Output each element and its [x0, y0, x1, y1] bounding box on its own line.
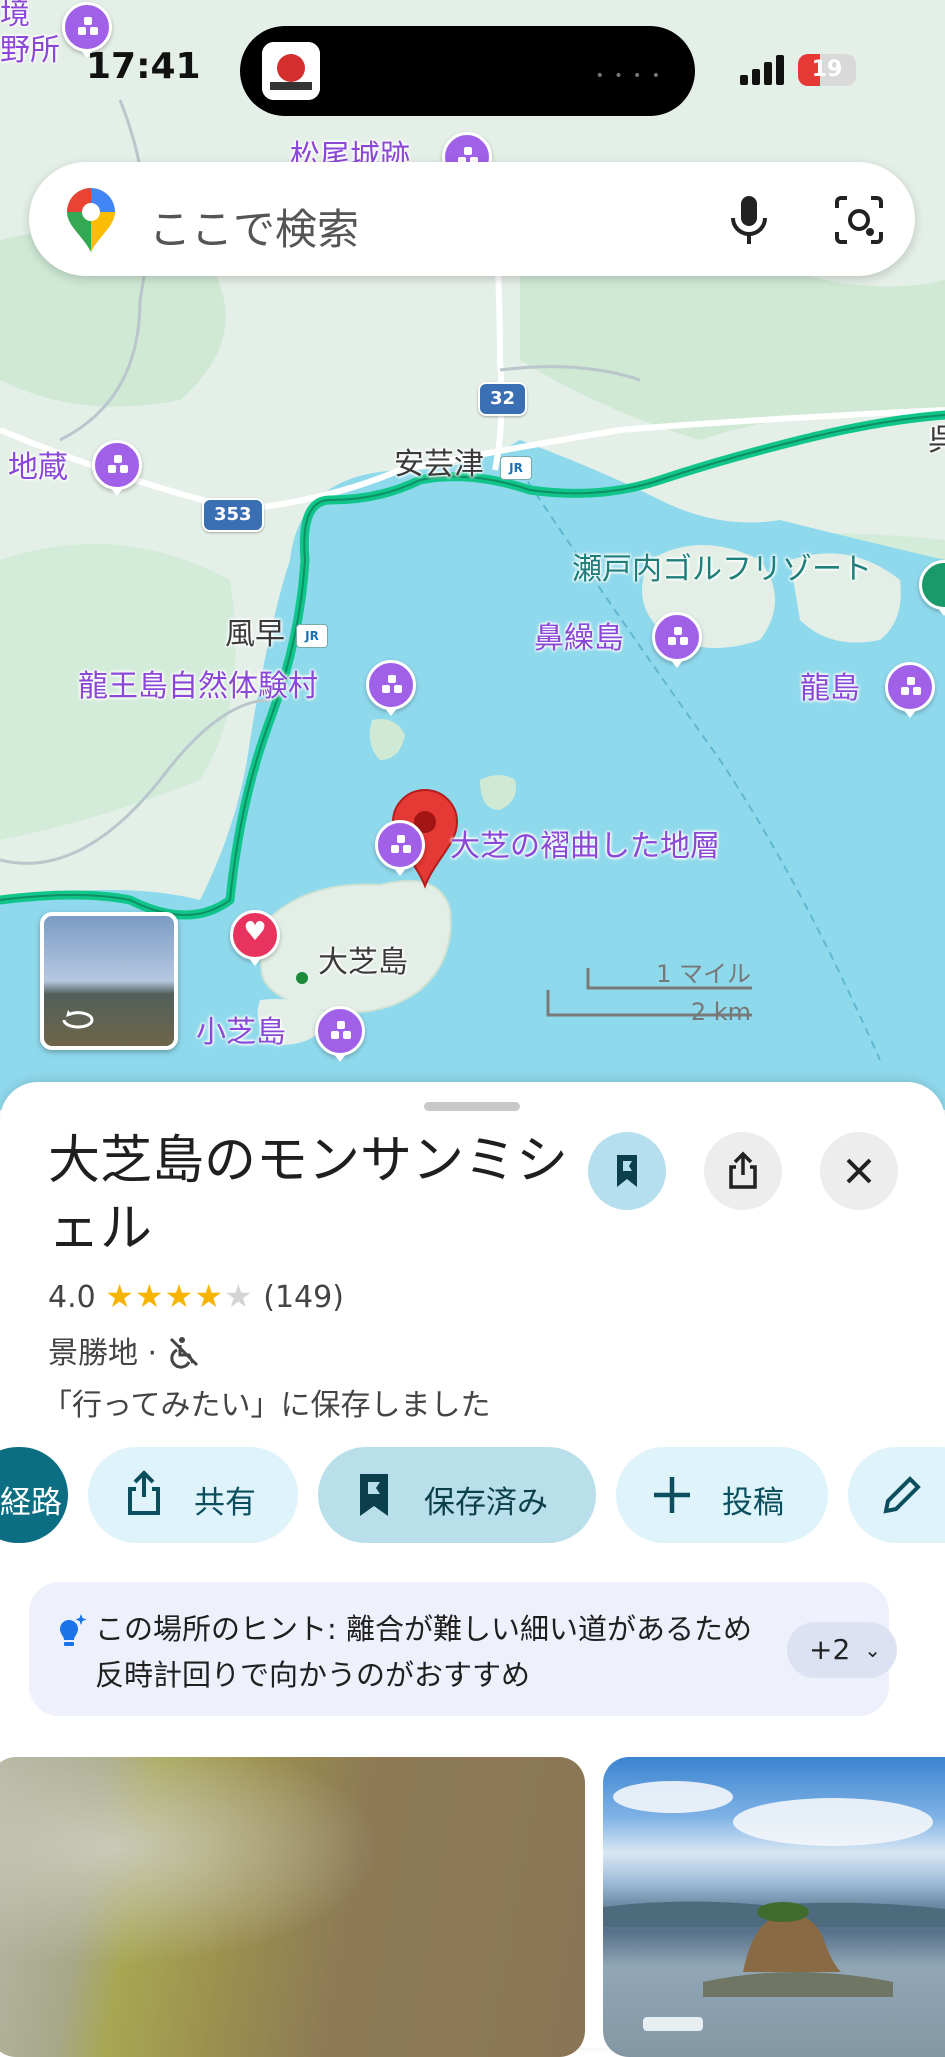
place-tip-card[interactable]: この場所のヒント: 離合が難しい細い道があるため反時計回りで向かうのがおすすめ … [29, 1582, 897, 1716]
plus-icon [654, 1477, 690, 1513]
map-label-fold: 大芝の褶曲した地層 [450, 829, 720, 864]
bookmark-filled-icon [360, 1474, 388, 1516]
poi-marker-hanakuri[interactable] [652, 612, 702, 668]
share-icon [729, 1151, 757, 1189]
post-label: 投稿 [722, 1485, 784, 1521]
map-label: 呉 [928, 423, 945, 458]
directions-label: 経路 [0, 1485, 62, 1521]
search-input[interactable]: ここで検索 [149, 196, 359, 257]
battery-level: 19 [811, 57, 843, 82]
rating-value: 4.0 [48, 1280, 96, 1315]
map-label-ryujima: 龍島 [800, 671, 860, 706]
heart-icon: ♥ [243, 917, 267, 947]
poi-marker-koshiba[interactable] [315, 1006, 365, 1062]
star-rating-icon: ★★★★ [105, 1277, 225, 1315]
saved-list-message[interactable]: 「行ってみたい」に保存しました [42, 1380, 491, 1424]
map-label-jizo: 地蔵 [8, 450, 68, 485]
category-row: 景勝地 · [48, 1328, 201, 1372]
share-button[interactable] [704, 1132, 782, 1210]
more-tips-count: +2 [809, 1633, 851, 1666]
place-photo[interactable] [0, 1757, 585, 2057]
close-button[interactable] [820, 1132, 898, 1210]
scale-km: 2 km [690, 998, 751, 1026]
route-shield: 353 [202, 498, 264, 532]
map-label-kazahaya: 風早 [225, 617, 285, 652]
share-chip[interactable]: 共有 [88, 1447, 298, 1543]
edit-chip[interactable] [848, 1447, 945, 1543]
map-label-golf: 瀬戸内ゴルフリゾート [572, 552, 872, 587]
review-count[interactable]: (149) [263, 1280, 344, 1315]
battery-indicator: 19 [798, 54, 856, 86]
directions-chip[interactable]: 経路 [0, 1447, 68, 1543]
street-view-thumbnail[interactable] [40, 912, 178, 1050]
rotate-360-icon [62, 1010, 94, 1029]
search-bar[interactable]: ここで検索 [29, 162, 915, 276]
bookmark-filled-icon [617, 1155, 637, 1187]
map-label-hanakuri: 鼻繰島 [534, 621, 624, 656]
poi-marker-ryuoto[interactable] [366, 660, 416, 716]
favorite-heart-marker[interactable]: ♥ [230, 910, 280, 966]
map-label-koshiba: 小芝島 [196, 1015, 286, 1050]
place-category: 景勝地 · [48, 1336, 158, 1371]
poi-marker[interactable] [62, 2, 112, 58]
map-label: 境 [0, 0, 30, 32]
chevron-down-icon: ⌄ [864, 1638, 881, 1662]
more-tips-button[interactable]: +2 ⌄ [787, 1622, 897, 1678]
tip-text: この場所のヒント: 離合が難しい細い道があるため反時計回りで向かうのがおすすめ [95, 1612, 752, 1692]
poi-marker-ryujima[interactable] [885, 662, 935, 718]
not-wheelchair-accessible-icon [169, 1337, 198, 1369]
post-chip[interactable]: 投稿 [616, 1447, 828, 1543]
photo-rock-island [603, 1781, 945, 2031]
place-title: 大芝島のモンサンミシェル [48, 1131, 569, 1259]
map-label: 野所 [0, 33, 60, 68]
place-details-sheet[interactable]: 大芝島のモンサンミシェル 4.0 ★★★★★ (149) 景勝地 · 「行ってみ… [0, 1082, 945, 2057]
microphone-icon[interactable] [719, 192, 779, 248]
action-chip-row[interactable]: 経路 共有 保存済み 投稿 [0, 1447, 945, 1545]
pencil-icon [883, 1476, 921, 1514]
map-label-akitsu: 安芸津 [394, 447, 484, 482]
route-shield: 32 [478, 382, 528, 416]
close-icon [846, 1158, 872, 1184]
star-empty-icon: ★ [224, 1277, 254, 1315]
sheet-drag-handle[interactable] [424, 1102, 520, 1111]
camera-lens-icon[interactable] [829, 192, 889, 248]
sparkle-lightbulb-icon [60, 1614, 87, 1646]
share-icon [128, 1470, 160, 1515]
poi-marker-jizo[interactable] [92, 440, 142, 496]
map-label-ryuoto: 龍王島自然体験村 [78, 669, 318, 704]
map-scale: 1 マイル 2 km [545, 952, 755, 1026]
save-button[interactable] [588, 1132, 666, 1210]
scale-miles: 1 マイル [656, 960, 751, 988]
place-photo[interactable] [603, 1757, 945, 2057]
app-activity-thumbnail [262, 42, 320, 100]
status-time: 17:41 [86, 46, 201, 87]
activity-indicator: • • • • [595, 68, 663, 84]
dynamic-island[interactable]: • • • • [240, 26, 695, 116]
jr-station-icon: JR [296, 624, 328, 648]
share-label: 共有 [194, 1485, 256, 1521]
poi-marker-fold[interactable] [375, 820, 425, 876]
saved-label: 保存済み [424, 1485, 548, 1521]
jr-station-icon: JR [500, 456, 532, 480]
cellular-signal-icon [740, 55, 784, 85]
map-label-oshiba: 大芝島 [318, 945, 408, 980]
saved-chip[interactable]: 保存済み [318, 1447, 596, 1543]
rating-row[interactable]: 4.0 ★★★★★ (149) [48, 1277, 344, 1315]
maps-pin-logo-icon [67, 188, 115, 252]
